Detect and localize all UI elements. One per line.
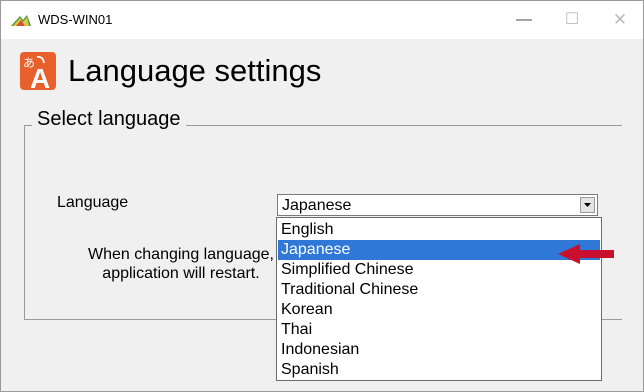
restart-note-line2: application will restart. — [102, 265, 260, 282]
maximize-button[interactable]: ☐ — [549, 1, 595, 39]
page-title: Language settings — [68, 53, 322, 88]
option-korean[interactable]: Korean — [278, 300, 600, 320]
groupbox-title: Select language — [32, 107, 187, 131]
app-logo-icon — [11, 15, 31, 26]
title-bar[interactable]: WDS-WIN01 — ☐ ✕ — [1, 1, 643, 39]
app-window: WDS-WIN01 — ☐ ✕ あ A Language settings Se… — [0, 0, 644, 392]
language-label: Language — [57, 194, 129, 211]
option-indonesian[interactable]: Indonesian — [278, 340, 600, 360]
pointer-arrow-icon — [558, 244, 614, 264]
language-dropdown-list[interactable]: English Japanese Simplified Chinese Trad… — [276, 217, 602, 381]
option-english[interactable]: English — [278, 220, 600, 240]
chevron-down-icon — [584, 203, 591, 207]
language-select-value: Japanese — [282, 197, 352, 214]
restart-note-line1: When changing language, — [88, 246, 274, 263]
language-select[interactable]: Japanese — [277, 194, 598, 216]
language-translate-icon: あ A — [20, 52, 56, 90]
option-simplified-chinese[interactable]: Simplified Chinese — [278, 260, 600, 280]
option-thai[interactable]: Thai — [278, 320, 600, 340]
close-button[interactable]: ✕ — [597, 1, 643, 39]
option-japanese[interactable]: Japanese — [278, 240, 600, 260]
restart-note: When changing language, application will… — [81, 245, 281, 283]
dropdown-toggle-button[interactable] — [580, 197, 595, 213]
minimize-button[interactable]: — — [501, 1, 547, 39]
window-title: WDS-WIN01 — [38, 12, 113, 27]
option-traditional-chinese[interactable]: Traditional Chinese — [278, 280, 600, 300]
option-spanish[interactable]: Spanish — [278, 360, 600, 380]
svg-text:A: A — [30, 63, 50, 90]
